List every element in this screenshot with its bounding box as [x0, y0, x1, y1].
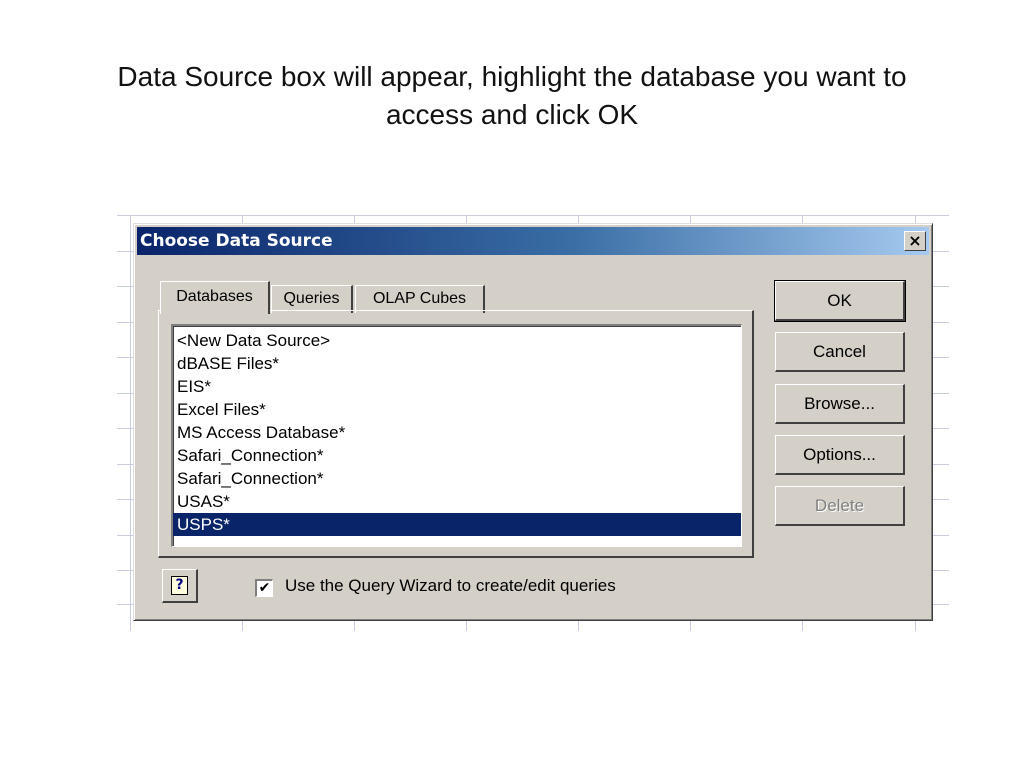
close-icon: × [908, 231, 922, 250]
help-button[interactable]: ? [162, 569, 198, 603]
list-item-selected[interactable]: USPS* [173, 513, 741, 536]
help-icon: ? [171, 576, 188, 595]
query-wizard-checkbox[interactable]: ✔ [255, 579, 273, 597]
tab-databases[interactable]: Databases [160, 281, 270, 314]
list-item[interactable]: USAS* [173, 490, 741, 513]
list-item[interactable]: dBASE Files* [173, 352, 741, 375]
list-item[interactable]: EIS* [173, 375, 741, 398]
list-item[interactable]: Safari_Connection* [173, 467, 741, 490]
close-button[interactable]: × [904, 231, 926, 251]
dialog-title: Choose Data Source [140, 231, 333, 251]
delete-button: Delete [775, 486, 905, 526]
list-item[interactable]: MS Access Database* [173, 421, 741, 444]
query-wizard-label[interactable]: Use the Query Wizard to create/edit quer… [285, 576, 616, 596]
list-item[interactable]: Safari_Connection* [173, 444, 741, 467]
list-item[interactable]: Excel Files* [173, 398, 741, 421]
ok-button[interactable]: OK [774, 280, 906, 322]
slide-title-line-2: access and click OK [385, 99, 639, 130]
browse-button[interactable]: Browse... [775, 384, 905, 424]
tab-queries[interactable]: Queries [271, 285, 353, 313]
data-source-list[interactable]: <New Data Source> dBASE Files* EIS* Exce… [171, 324, 742, 547]
list-item[interactable]: <New Data Source> [173, 329, 741, 352]
slide-title-line-1: Data Source box will appear, highlight t… [117, 61, 907, 92]
cancel-button[interactable]: Cancel [775, 332, 905, 372]
tab-olap-cubes[interactable]: OLAP Cubes [355, 285, 485, 313]
dialog-titlebar[interactable]: Choose Data Source × [137, 227, 929, 255]
checkmark-icon: ✔ [258, 580, 271, 596]
options-button[interactable]: Options... [775, 435, 905, 475]
slide-title: Data Source box will appear, highlight t… [40, 58, 984, 134]
choose-data-source-dialog: Choose Data Source × Databases Queries O… [133, 223, 933, 621]
